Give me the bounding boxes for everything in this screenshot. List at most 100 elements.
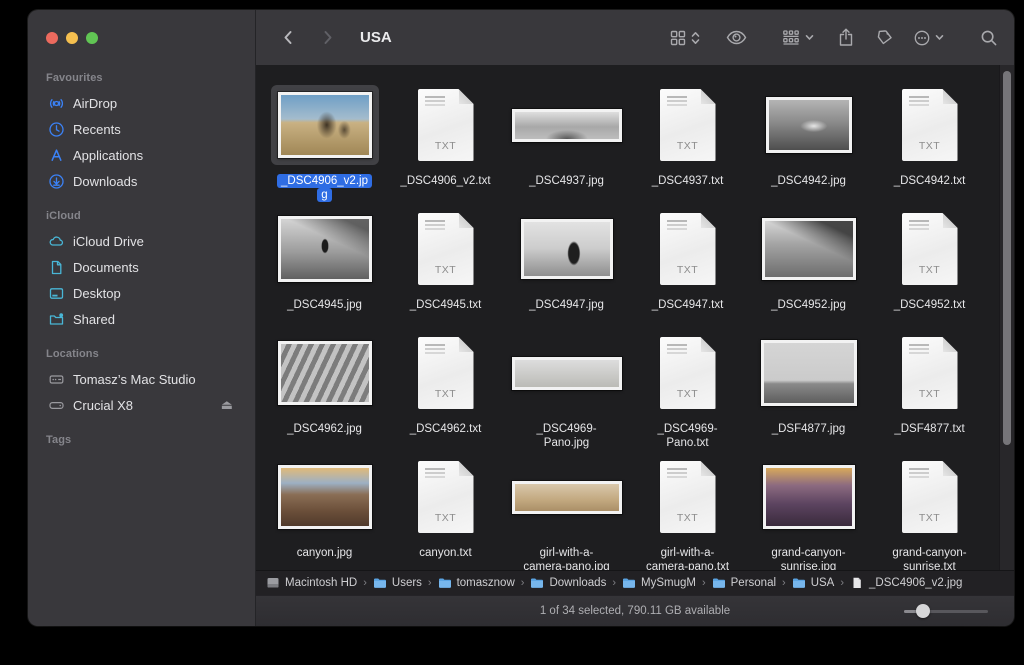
chevron-down-icon	[805, 34, 814, 41]
file-item-canyon-txt[interactable]: TXTcanyon.txt	[385, 451, 506, 570]
sidebar-item-documents[interactable]: Documents	[42, 254, 245, 280]
main-column: USA	[256, 10, 1014, 626]
file-item-dsc4969-pano-jpg[interactable]: _DSC4969-Pano.jpg	[506, 327, 627, 451]
sidebar-item-applications[interactable]: Applications	[42, 142, 245, 168]
forward-button[interactable]	[319, 29, 336, 46]
thumb-box: TXT	[895, 454, 965, 540]
file-item-dsc4952-jpg[interactable]: _DSC4952.jpg	[748, 203, 869, 327]
icon-view-button[interactable]	[669, 29, 687, 47]
file-name-line: camera-pano.jpg	[519, 560, 613, 570]
slider-knob[interactable]	[916, 604, 930, 618]
file-item-grand-canyon-sunrise-txt[interactable]: TXTgrand-canyon-sunrise.txt	[869, 451, 990, 570]
breadcrumb-macintosh-hd[interactable]: Macintosh HD	[266, 577, 357, 589]
sidebar-item-recents[interactable]: Recents	[42, 116, 245, 142]
scrollbar-thumb[interactable]	[1003, 71, 1011, 445]
quick-look-button[interactable]	[726, 30, 747, 45]
thumb-box: TXT	[411, 206, 481, 292]
file-item-dsf4877-txt[interactable]: TXT_DSF4877.txt	[869, 327, 990, 451]
file-item-dsc4947-jpg[interactable]: _DSC4947.jpg	[506, 203, 627, 327]
file-thumb-zone: TXT	[653, 203, 723, 295]
file-item-dsc4945-jpg[interactable]: _DSC4945.jpg	[264, 203, 385, 327]
text-file-icon: TXT	[660, 337, 716, 409]
breadcrumb-separator: ›	[363, 577, 367, 589]
sidebar-item-airdrop[interactable]: AirDrop	[42, 90, 245, 116]
file-item-dsc4952-txt[interactable]: TXT_DSC4952.txt	[869, 203, 990, 327]
image-thumbnail	[521, 219, 613, 279]
back-button[interactable]	[280, 29, 297, 46]
sidebar-item-crucial-x8[interactable]: Crucial X8⏏	[42, 392, 245, 418]
tags-button[interactable]	[876, 29, 893, 46]
search-button[interactable]	[980, 29, 998, 47]
sidebar-item-shared[interactable]: Shared	[42, 306, 245, 332]
drive-icon	[266, 577, 280, 589]
file-name: _DSC4969-Pano.txt	[653, 422, 721, 450]
file-thumb-zone: TXT	[411, 327, 481, 419]
thumb-box	[505, 474, 629, 521]
breadcrumb-usa[interactable]: USA	[792, 577, 835, 589]
file-item-dsc4937-txt[interactable]: TXT_DSC4937.txt	[627, 79, 748, 203]
breadcrumb-users[interactable]: Users	[373, 577, 422, 589]
file-item-dsc4947-txt[interactable]: TXT_DSC4947.txt	[627, 203, 748, 327]
file-item-dsc4942-jpg[interactable]: _DSC4942.jpg	[748, 79, 869, 203]
breadcrumb-dsc4906-v2-jpg[interactable]: _DSC4906_v2.jpg	[850, 577, 962, 589]
txt-badge: TXT	[660, 140, 716, 152]
close-button[interactable]	[46, 32, 58, 44]
breadcrumb-tomasznow[interactable]: tomasznow	[438, 577, 515, 589]
selection-highlight	[271, 85, 379, 165]
file-item-dsc4945-txt[interactable]: TXT_DSC4945.txt	[385, 203, 506, 327]
file-name-line: Pano.jpg	[540, 436, 593, 450]
text-file-icon: TXT	[660, 213, 716, 285]
breadcrumb-downloads[interactable]: Downloads	[530, 577, 606, 589]
file-item-dsc4906-v2-jpg[interactable]: _DSC4906_v2.jpg	[264, 79, 385, 203]
group-chevron-button[interactable]	[805, 34, 814, 41]
breadcrumb-separator: ›	[840, 577, 844, 589]
scrollbar-track[interactable]	[999, 65, 1014, 570]
group-by-button[interactable]	[781, 29, 801, 46]
page-fold	[701, 461, 716, 476]
thumb-box	[271, 334, 379, 412]
folder-icon	[373, 577, 387, 589]
thumb-box: TXT	[895, 330, 965, 416]
file-name-line: grand-canyon-	[767, 546, 849, 560]
txt-badge: TXT	[660, 388, 716, 400]
file-icon	[850, 577, 864, 589]
zoom-button[interactable]	[86, 32, 98, 44]
file-item-dsc4969-pano-txt[interactable]: TXT _DSC4969-Pano.txt	[627, 327, 748, 451]
file-name: girl-with-a-camera-pano.jpg	[519, 546, 613, 570]
file-item-dsf4877-jpg[interactable]: _DSF4877.jpg	[748, 327, 869, 451]
minimize-button[interactable]	[66, 32, 78, 44]
page-fold	[701, 337, 716, 352]
sidebar-item-desktop[interactable]: Desktop	[42, 280, 245, 306]
view-chevrons-button[interactable]	[691, 31, 700, 45]
sidebar-item-downloads[interactable]: Downloads	[42, 168, 245, 194]
more-chevron-button[interactable]	[935, 34, 944, 41]
file-item-dsc4962-txt[interactable]: TXT_DSC4962.txt	[385, 327, 506, 451]
status-bar: 1 of 34 selected, 790.11 GB available	[256, 595, 1014, 626]
cloud-icon	[48, 233, 65, 250]
file-item-dsc4942-txt[interactable]: TXT_DSC4942.txt	[869, 79, 990, 203]
file-item-girl-with-a-camera-pano-jpg[interactable]: girl-with-a-camera-pano.jpg	[506, 451, 627, 570]
eject-icon[interactable]: ⏏	[221, 397, 233, 413]
sidebar-item-icloud-drive[interactable]: iCloud Drive	[42, 228, 245, 254]
breadcrumb-mysmugm[interactable]: MySmugM	[622, 577, 696, 589]
file-item-dsc4937-jpg[interactable]: _DSC4937.jpg	[506, 79, 627, 203]
breadcrumb-label: _DSC4906_v2.jpg	[869, 577, 962, 589]
file-item-dsc4906-v2-txt[interactable]: TXT_DSC4906_v2.txt	[385, 79, 506, 203]
file-item-grand-canyon-sunrise-jpg[interactable]: grand-canyon-sunrise.jpg	[748, 451, 869, 570]
text-file-icon: TXT	[418, 337, 474, 409]
breadcrumb-personal[interactable]: Personal	[712, 577, 776, 589]
txt-badge: TXT	[660, 512, 716, 524]
finder-window: FavouritesAirDropRecentsApplicationsDown…	[28, 10, 1014, 626]
breadcrumb-label: Macintosh HD	[285, 577, 357, 589]
file-name-line: canyon.jpg	[293, 546, 357, 560]
file-item-canyon-jpg[interactable]: canyon.jpg	[264, 451, 385, 570]
file-item-dsc4962-jpg[interactable]: _DSC4962.jpg	[264, 327, 385, 451]
more-button[interactable]	[913, 29, 931, 47]
file-item-girl-with-a-camera-pano-txt[interactable]: TXTgirl-with-a-camera-pano.txt	[627, 451, 748, 570]
icon-size-slider[interactable]	[904, 604, 988, 618]
file-name-line: _DSF4877.jpg	[768, 422, 850, 436]
sidebar: FavouritesAirDropRecentsApplicationsDown…	[28, 10, 256, 626]
share-button[interactable]	[838, 28, 854, 47]
file-name-line: g	[317, 188, 331, 202]
sidebar-item-tomasz-s-mac-studio[interactable]: Tomasz’s Mac Studio	[42, 366, 245, 392]
